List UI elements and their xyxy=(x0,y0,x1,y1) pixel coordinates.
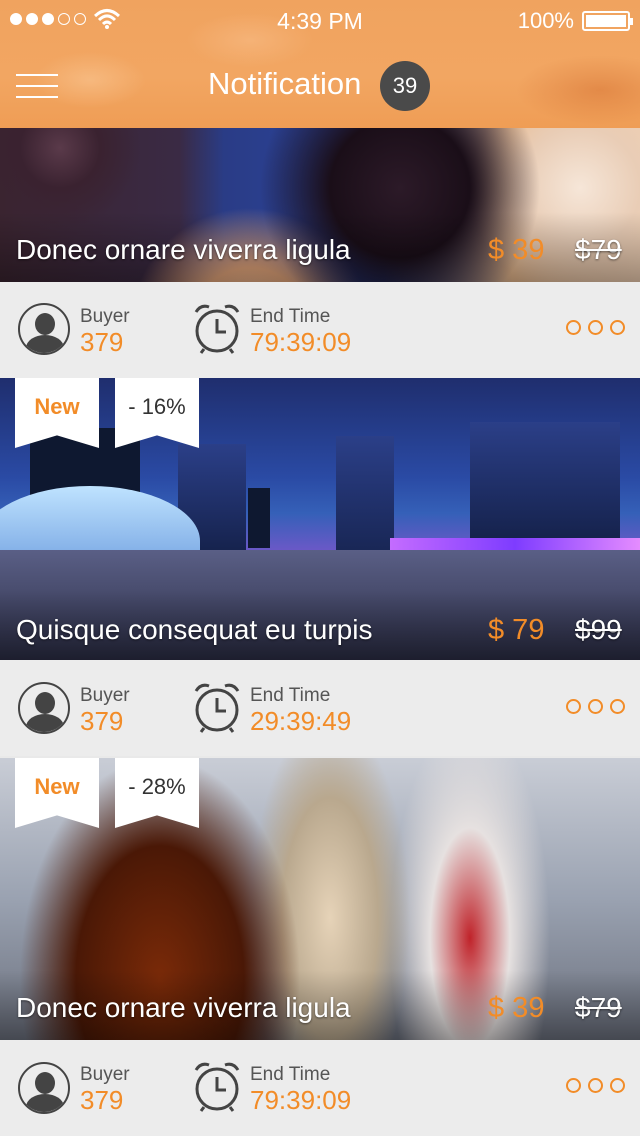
user-icon xyxy=(18,303,70,355)
deal-card-image[interactable]: Donec ornare viverra ligula $ 39 $79 xyxy=(0,128,640,282)
buyer-label: Buyer xyxy=(80,306,130,327)
more-options-button[interactable] xyxy=(566,320,625,335)
end-time-label: End Time xyxy=(250,1064,331,1085)
buyer-label: Buyer xyxy=(80,1064,130,1085)
deal-title: Donec ornare viverra ligula xyxy=(16,234,351,265)
end-time-value: 79:39:09 xyxy=(250,327,352,357)
alarm-clock-icon xyxy=(194,304,240,354)
end-time-value: 29:39:49 xyxy=(250,706,352,736)
buyer-count: 379 xyxy=(80,1085,124,1115)
buyer-count: 379 xyxy=(80,706,124,736)
deal-info-bar: Buyer 379 End Time 79:39:09 xyxy=(0,1040,640,1136)
more-icon xyxy=(566,320,581,335)
deal-card-image[interactable]: New - 16% Quisque consequat eu turpis $ … xyxy=(0,378,640,660)
alarm-clock-icon xyxy=(194,683,240,733)
deal-card-image[interactable]: New - 28% Donec ornare viverra ligula $ … xyxy=(0,758,640,1040)
end-time-value: 79:39:09 xyxy=(250,1085,352,1115)
deal-old-price: $79 xyxy=(575,234,622,265)
deal-info-bar: Buyer 379 End Time 79:39:09 xyxy=(0,282,640,378)
page-title: Notification xyxy=(208,66,362,101)
buyer-count: 379 xyxy=(80,327,124,357)
deal-info-bar: Buyer 379 End Time 29:39:49 xyxy=(0,660,640,756)
discount-tag: - 16% xyxy=(115,378,199,448)
deal-title: Quisque consequat eu turpis xyxy=(16,614,373,645)
end-time-label: End Time xyxy=(250,685,331,706)
buyer-label: Buyer xyxy=(80,685,130,706)
user-icon xyxy=(18,1062,70,1114)
menu-icon xyxy=(16,74,58,76)
end-time-label: End Time xyxy=(250,306,331,327)
notification-count-badge: 39 xyxy=(380,61,430,111)
more-icon xyxy=(566,699,581,714)
more-icon xyxy=(566,1078,581,1093)
header: 4:39 PM 100% Notification 39 xyxy=(0,0,640,128)
more-options-button[interactable] xyxy=(566,1078,625,1093)
battery-icon xyxy=(582,11,633,31)
discount-tag: - 28% xyxy=(115,758,199,828)
deal-old-price: $79 xyxy=(575,992,622,1023)
new-tag: New xyxy=(15,758,99,828)
deal-price: $ 79 xyxy=(488,614,545,646)
alarm-clock-icon xyxy=(194,1062,240,1112)
deal-price: $ 39 xyxy=(488,992,545,1024)
status-bar: 4:39 PM 100% xyxy=(0,0,640,40)
menu-button[interactable] xyxy=(16,72,58,100)
more-options-button[interactable] xyxy=(566,699,625,714)
deal-title: Donec ornare viverra ligula xyxy=(16,992,351,1023)
battery-percent: 100% xyxy=(517,8,574,33)
deal-price: $ 39 xyxy=(488,234,545,266)
user-icon xyxy=(18,682,70,734)
deal-old-price: $99 xyxy=(575,614,622,645)
